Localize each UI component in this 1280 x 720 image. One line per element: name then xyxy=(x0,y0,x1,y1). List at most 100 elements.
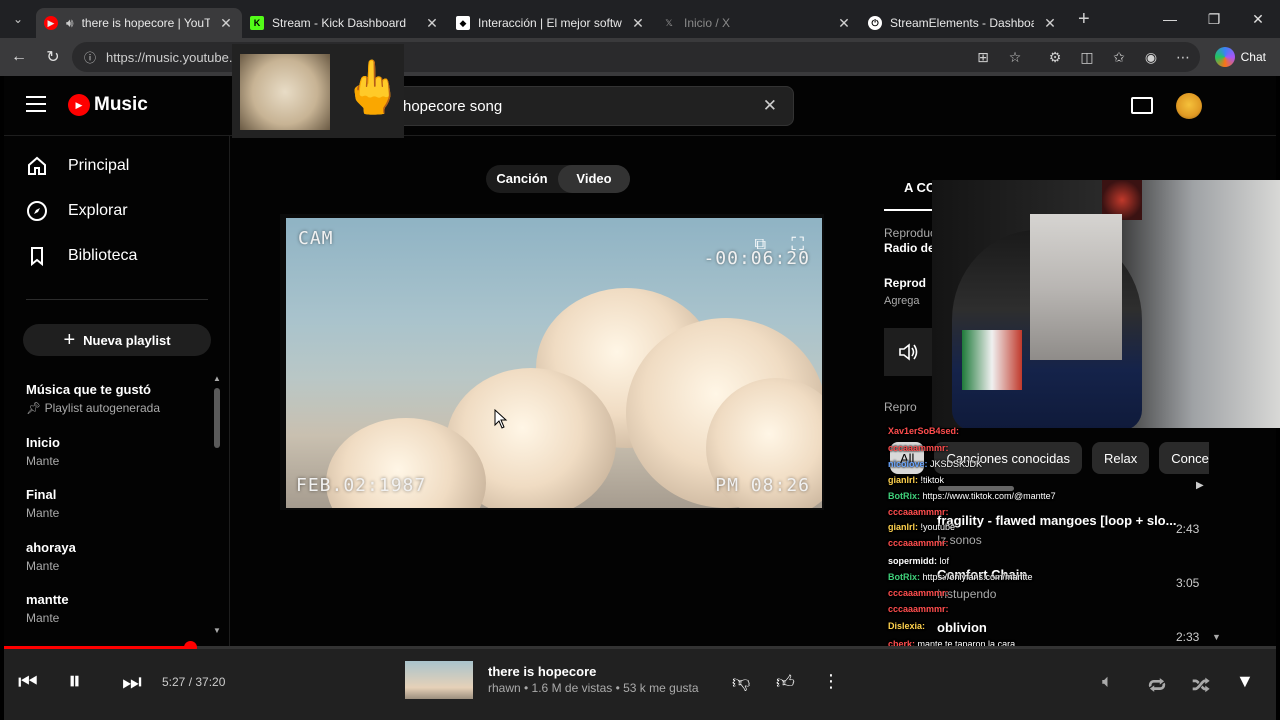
sidebar-scrollbar[interactable] xyxy=(214,388,220,448)
close-tab-icon[interactable]: ✕ xyxy=(836,15,852,32)
kick-favicon-icon: K xyxy=(250,16,264,30)
address-bar-icons: ⊞ ☆ ⚙ ◫ ✩ ◉ ⋯ xyxy=(970,42,1200,72)
playlist-item[interactable]: Inicio Mante xyxy=(26,435,206,468)
close-tab-icon[interactable]: ✕ xyxy=(630,15,646,32)
expand-player-icon[interactable]: ▼ xyxy=(1236,671,1254,692)
song-duration: 3:05 xyxy=(1176,576,1200,590)
previous-icon[interactable]: ⏮︎ xyxy=(18,669,38,695)
now-playing-subtitle[interactable]: rhawn • 1.6 M de vistas • 53 k me gusta xyxy=(488,681,699,695)
chips-next-icon[interactable]: ▶ xyxy=(1196,480,1204,491)
reload-icon[interactable]: ↻ xyxy=(36,42,70,72)
scroll-down-icon[interactable]: ▼ xyxy=(213,626,221,635)
song-duration: 2:33 xyxy=(1176,630,1200,644)
playlist-item[interactable]: Final Mante xyxy=(26,487,206,520)
close-tab-icon[interactable]: ✕ xyxy=(424,15,440,32)
song-title[interactable]: fragility - flawed mangoes [loop + slo..… xyxy=(937,513,1176,528)
chat-text: !tiktok xyxy=(918,475,945,485)
more-options-icon[interactable]: ⋮ xyxy=(822,671,840,692)
sidebar-item-label: Explorar xyxy=(68,202,128,219)
compass-icon xyxy=(26,200,48,222)
chip-canciones[interactable]: Canciones conocidas xyxy=(934,442,1083,474)
toggle-song[interactable]: Canción xyxy=(486,165,558,193)
chat-message: cccaaammmr: xyxy=(888,443,949,453)
playlist-item[interactable]: Música que te gustó 📌︎ Playlist autogene… xyxy=(26,382,206,415)
chat-message: Dislexia: xyxy=(888,621,925,631)
playlist-item[interactable]: mantte Mante xyxy=(26,592,206,625)
miniplayer-icon[interactable]: ⧉ xyxy=(755,236,766,254)
split-screen-icon[interactable]: ◫ xyxy=(1074,44,1100,70)
new-playlist-button[interactable]: + Nueva playlist xyxy=(23,324,211,356)
tab-kick-dashboard[interactable]: K Stream - Kick Dashboard ✕ xyxy=(242,8,448,38)
profile-icon[interactable]: ◉ xyxy=(1138,44,1164,70)
video-player[interactable]: CAM -00:06:20 FEB.02:1987 PM 08:26 ⧉ ⛶ xyxy=(280,214,824,510)
song-title[interactable]: oblivion xyxy=(937,620,987,635)
more-menu-icon[interactable]: ⋯ xyxy=(1170,44,1196,70)
hand-emoji-icon: 🖕 xyxy=(340,59,405,117)
new-playlist-label: Nueva playlist xyxy=(83,332,171,348)
chat-username: gianlrl: xyxy=(888,522,919,532)
queue-label: Repro xyxy=(884,400,917,414)
hamburger-menu-icon[interactable] xyxy=(26,96,46,112)
tab-search-chevron-icon[interactable]: ⌄ xyxy=(0,0,36,38)
chat-message: BotRix: https://onlyfans.com/mantte xyxy=(888,572,1033,582)
chat-message: nicolove: JKSDSKJDK xyxy=(888,459,982,469)
tab-title: Inicio / X xyxy=(684,16,731,30)
playback-time: 5:27 / 37:20 xyxy=(162,675,226,689)
site-info-icon[interactable]: ⓘ xyxy=(84,49,96,66)
favorite-star-icon[interactable]: ☆ xyxy=(1002,44,1028,70)
shuffle-icon[interactable]: 🔀︎ xyxy=(1192,671,1210,698)
scroll-up-icon[interactable]: ▲ xyxy=(213,374,221,383)
extensions-icon[interactable]: ⚙ xyxy=(1042,44,1068,70)
tab-interaccion[interactable]: ◆ Interacción | El mejor software ✕ xyxy=(448,8,654,38)
up-next-volume-icon[interactable] xyxy=(884,328,934,376)
repeat-icon[interactable]: 🔁︎ xyxy=(1148,671,1166,698)
close-tab-icon[interactable]: ✕ xyxy=(218,15,234,32)
ytm-logo[interactable]: ▶ Music xyxy=(68,94,148,116)
playlist-name: Final xyxy=(26,487,57,502)
close-window-icon[interactable]: ✕ xyxy=(1236,0,1280,38)
now-playing-thumbnail[interactable] xyxy=(405,661,473,699)
sidebar-divider xyxy=(26,299,208,300)
like-icon[interactable]: 👍︎ xyxy=(776,671,795,693)
favorites-icon[interactable]: ✩ xyxy=(1106,44,1132,70)
photo-overlay xyxy=(1030,214,1122,360)
next-icon[interactable]: ⏭︎ xyxy=(122,669,142,695)
chat-message: sopermidd: lof xyxy=(888,556,949,566)
chip-relax[interactable]: Relax xyxy=(1092,442,1150,474)
playlist-item[interactable]: ahoraya Mante xyxy=(26,540,206,573)
tab-x[interactable]: 𝕏 Inicio / X ✕ xyxy=(654,8,860,38)
chat-message: cccaaammmr: xyxy=(888,604,949,614)
chip-conce[interactable]: Conce xyxy=(1159,442,1209,474)
queue-scroll-down-icon[interactable]: ▼ xyxy=(1212,632,1221,642)
clear-search-icon[interactable]: ✕ xyxy=(763,96,777,116)
now-playing-title[interactable]: there is hopecore xyxy=(488,664,596,679)
apps-icon[interactable]: ⊞ xyxy=(970,44,996,70)
url-text: https://music.youtube. xyxy=(106,49,233,65)
sidebar-item-explorar[interactable]: Explorar xyxy=(26,200,128,222)
dislike-icon[interactable]: 👎︎ xyxy=(732,671,750,693)
chat-username: cccaaammmr: xyxy=(888,443,949,453)
close-tab-icon[interactable]: ✕ xyxy=(1042,15,1058,32)
new-tab-icon[interactable]: + xyxy=(1078,8,1090,31)
cast-icon[interactable] xyxy=(1131,97,1153,114)
fullscreen-icon[interactable]: ⛶ xyxy=(791,234,804,255)
pause-icon[interactable]: ⏸︎ xyxy=(68,665,81,697)
copilot-chat-button[interactable]: Chat xyxy=(1214,42,1266,72)
maximize-icon[interactable]: ❐ xyxy=(1192,0,1236,38)
minimize-icon[interactable]: — xyxy=(1148,0,1192,38)
tab-title: Interacción | El mejor software xyxy=(478,16,622,30)
volume-icon[interactable]: 🔈︎ xyxy=(1102,671,1113,692)
player-bar: ⏮︎ ⏸︎ ⏭︎ 5:27 / 37:20 there is hopecore … xyxy=(4,649,1276,720)
tab-title: there is hopecore | YouTub xyxy=(81,16,210,30)
back-icon[interactable]: ← xyxy=(2,42,36,72)
tab-streamelements[interactable]: ⏻ StreamElements - Dashboard ✕ xyxy=(860,8,1066,38)
sidebar-item-biblioteca[interactable]: Biblioteca xyxy=(26,245,137,267)
tab-youtube-music[interactable]: ▶ 🔊︎ there is hopecore | YouTub ✕ xyxy=(36,8,242,38)
avatar[interactable] xyxy=(1176,93,1202,119)
speaker-icon[interactable]: 🔊︎ xyxy=(66,16,74,31)
home-icon xyxy=(26,155,48,177)
search-value: hopecore song xyxy=(403,97,503,115)
chat-message: BotRix: https://www.tiktok.com/@mantte7 xyxy=(888,491,1056,501)
toggle-video[interactable]: Video xyxy=(558,165,630,193)
sidebar-item-principal[interactable]: Principal xyxy=(26,155,129,177)
